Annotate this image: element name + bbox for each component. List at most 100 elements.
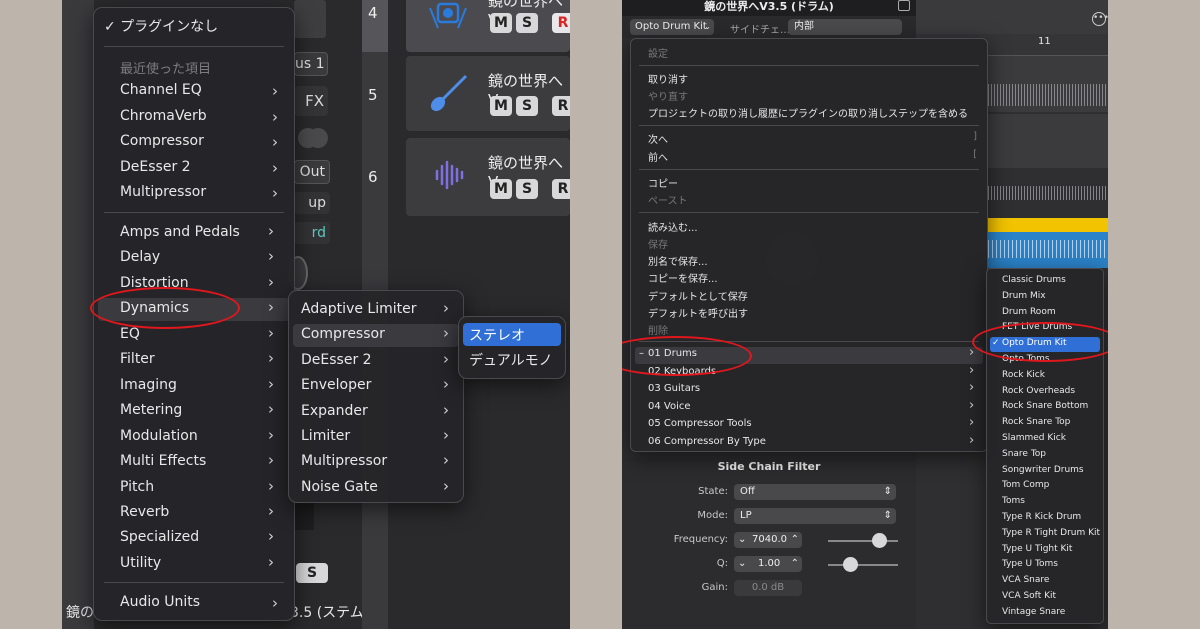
solo-button-strip[interactable]: S (296, 563, 328, 583)
drum-preset-item[interactable]: Tom Comp (990, 479, 1100, 494)
recent-item[interactable]: Channel EQ › (120, 82, 294, 104)
settings-prev-item[interactable]: 前へ [ (631, 149, 987, 165)
plugin-category-item[interactable]: Utility › (98, 553, 290, 576)
group-slot[interactable]: up (294, 192, 330, 214)
settings-recall-default-item[interactable]: デフォルトを呼び出す (631, 305, 987, 321)
track-number-6: 6 (368, 168, 378, 186)
drum-preset-item[interactable]: Rock Snare Top (990, 416, 1100, 431)
dynamics-plugin-item[interactable]: Expander › (293, 401, 459, 424)
recent-item[interactable]: ChromaVerb › (120, 108, 294, 130)
drum-preset-item[interactable]: Songwriter Drums (990, 464, 1100, 479)
preset-folder-item[interactable]: 06 Compressor By Type › (635, 433, 983, 452)
q-field[interactable]: ⌄ 1.00 ⌃ (734, 556, 802, 572)
frequency-field[interactable]: ⌄ 7040.0 ⌃ (734, 532, 802, 548)
automation-slot[interactable]: rd (294, 222, 330, 244)
drum-preset-item[interactable]: VCA Soft Kit (990, 590, 1100, 605)
window-link-icon[interactable] (898, 0, 910, 11)
drum-preset-item[interactable]: Toms (990, 495, 1100, 510)
more-options-icon[interactable]: ••• (1092, 12, 1108, 26)
dynamics-plugin-item[interactable]: Adaptive Limiter › (293, 299, 459, 322)
preset-folder-item[interactable]: 05 Compressor Tools › (635, 415, 983, 434)
recent-item[interactable]: Multipressor › (120, 184, 294, 206)
pan-knob-b[interactable] (308, 128, 328, 148)
drum-preset-item[interactable]: Slammed Kick (990, 432, 1100, 447)
chevron-right-icon: › (272, 82, 278, 100)
solo-button-6[interactable]: S (516, 179, 538, 199)
drum-preset-item[interactable]: Type R Tight Drum Kit (990, 527, 1100, 542)
recent-item[interactable]: DeEsser 2 › (120, 159, 294, 181)
mute-button-4[interactable]: M (490, 13, 512, 33)
plugin-category-item[interactable]: Multi Effects › (98, 451, 290, 474)
compressor-mode-item[interactable]: ステレオ (463, 323, 561, 346)
settings-next-item[interactable]: 次へ] (631, 131, 987, 147)
output-slot[interactable]: Out (294, 160, 330, 184)
mode-select[interactable]: LP ⇕ (734, 508, 896, 524)
fx-slot[interactable]: FX (294, 86, 328, 116)
dynamics-plugin-item[interactable]: Compressor › (293, 324, 459, 348)
recent-item[interactable]: Compressor › (120, 133, 294, 155)
settings-save-as-item[interactable]: 別名で保存... (631, 253, 987, 269)
plugin-category-item[interactable]: Imaging › (98, 375, 290, 398)
dynamics-plugin-item[interactable]: DeEsser 2 › (293, 350, 459, 373)
drum-preset-item[interactable]: Classic Drums (990, 274, 1100, 289)
drum-preset-item[interactable]: Rock Kick (990, 369, 1100, 384)
waveform-icon (435, 160, 464, 190)
mute-button-6[interactable]: M (490, 179, 512, 199)
audio-units-item[interactable]: Audio Units › (120, 594, 294, 616)
bus-send-slot[interactable]: us 1 (294, 52, 328, 76)
frequency-slider[interactable] (828, 540, 898, 542)
q-slider[interactable] (828, 564, 898, 566)
sidechain-select[interactable]: 内部 (788, 19, 902, 35)
solo-button-5[interactable]: S (516, 96, 538, 116)
q-slider-thumb[interactable] (843, 557, 858, 572)
drum-preset-label: VCA Soft Kit (1002, 591, 1057, 601)
dynamics-plugin-item[interactable]: Limiter › (293, 426, 459, 449)
solo-button-4[interactable]: S (516, 13, 538, 33)
drum-preset-label: Type U Toms (1002, 559, 1058, 570)
plugin-category-label: Imaging (120, 376, 177, 393)
no-plugin-item[interactable]: ✓ プラグインなし (104, 16, 294, 36)
plugin-category-item[interactable]: Filter › (98, 349, 290, 372)
dynamics-plugin-item[interactable]: Noise Gate › (293, 477, 459, 500)
frequency-slider-thumb[interactable] (872, 533, 887, 548)
settings-copy-item[interactable]: コピー (631, 175, 987, 191)
drum-preset-item[interactable]: Type R Kick Drum (990, 511, 1100, 526)
record-button-6[interactable]: R (552, 179, 570, 199)
plugin-category-item[interactable]: Reverb › (98, 502, 290, 525)
drum-preset-item[interactable]: Vintage Snare (990, 606, 1100, 621)
drum-preset-item[interactable]: Type U Tight Kit (990, 543, 1100, 558)
drum-preset-item[interactable]: Rock Overheads (990, 385, 1100, 400)
settings-include-undo-item[interactable]: プロジェクトの取り消し履歴にプラグインの取り消しステップを含める (631, 105, 987, 121)
plugin-category-item[interactable]: Specialized › (98, 527, 290, 550)
region-2[interactable] (988, 114, 1108, 168)
preset-menu-button[interactable]: Opto Drum Kit ⌄ (630, 19, 714, 35)
preset-folder-item[interactable]: 04 Voice › (635, 398, 983, 417)
plugin-category-item[interactable]: Delay › (98, 247, 290, 270)
mute-button-5[interactable]: M (490, 96, 512, 116)
compressor-mode-item[interactable]: デュアルモノ (463, 348, 561, 371)
plugin-category-item[interactable]: Pitch › (98, 477, 290, 500)
drum-preset-item[interactable]: Rock Snare Bottom (990, 400, 1100, 415)
drum-preset-item[interactable]: Snare Top (990, 448, 1100, 463)
plugin-category-item[interactable]: Modulation › (98, 426, 290, 449)
plugin-slot-top[interactable] (294, 0, 326, 38)
settings-save-default-item[interactable]: デフォルトとして保存 (631, 288, 987, 304)
record-button-5[interactable]: R (552, 96, 570, 116)
drum-preset-item[interactable]: VCA Snare (990, 574, 1100, 589)
chevron-right-icon: › (272, 133, 278, 151)
settings-undo-item[interactable]: 取り消す (631, 71, 987, 87)
drum-preset-item[interactable]: Drum Room (990, 306, 1100, 321)
dynamics-plugin-item[interactable]: Multipressor › (293, 451, 459, 474)
plugin-category-item[interactable]: Metering › (98, 400, 290, 423)
settings-load-item[interactable]: 読み込む... (631, 219, 987, 235)
plugin-category-item[interactable]: Amps and Pedals › (98, 222, 290, 245)
preset-folder-item[interactable]: 03 Guitars › (635, 380, 983, 399)
region-yellow-header[interactable] (988, 218, 1108, 232)
drum-preset-item[interactable]: Drum Mix (990, 290, 1100, 305)
settings-copy-to-item[interactable]: コピーを保存... (631, 270, 987, 286)
record-button-4[interactable]: R (552, 13, 570, 33)
state-select[interactable]: Off ⇕ (734, 484, 896, 500)
drum-preset-item[interactable]: Type U Toms (990, 558, 1100, 573)
dynamics-plugin-item[interactable]: Enveloper › (293, 375, 459, 398)
solo-label: S (521, 15, 533, 31)
